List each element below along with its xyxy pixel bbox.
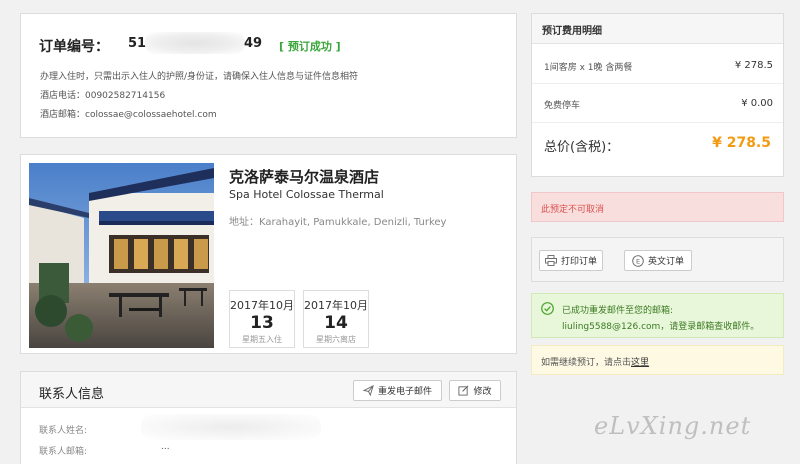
price-item-room: 1间客房 x 1晚 含两餐 ¥ 278.5 xyxy=(544,60,773,73)
contact-name-label: 联系人姓名: xyxy=(39,426,88,436)
send-icon xyxy=(362,385,374,396)
language-icon: E xyxy=(632,254,644,267)
checkout-date: 2017年10月 14 星期六离店 xyxy=(303,290,369,348)
checkin-date: 2017年10月 13 星期五入住 xyxy=(229,290,295,348)
divider xyxy=(532,122,783,123)
price-title: 预订费用明细 xyxy=(542,26,602,37)
total-label: 总价(含税)： xyxy=(544,140,620,155)
email-sent-notice: 已成功重发邮件至您的邮箱: liuling5588@126.com，请登录邮箱查… xyxy=(531,293,784,338)
rebook-text: 如需继续预订，请点击 xyxy=(541,358,632,368)
total-value: ¥ 278.5 xyxy=(712,135,771,151)
order-number-label: 订单编号： xyxy=(39,39,109,55)
contact-email-value: ... xyxy=(161,442,170,452)
price-header: 预订费用明细 xyxy=(532,14,783,44)
price-item-value: ¥ 278.5 xyxy=(734,60,773,71)
price-breakdown-card: 预订费用明细 1间客房 x 1晚 含两餐 ¥ 278.5 免费停车 ¥ 0.00… xyxy=(531,13,784,177)
contact-title: 联系人信息 xyxy=(39,387,105,402)
order-info-card: 订单编号： 51 49 [ 预订成功 ] 办理入住时，只需出示入住人的护照/身份… xyxy=(20,13,517,138)
checkout-day: 14 xyxy=(324,313,348,333)
checkin-day: 13 xyxy=(250,313,274,333)
non-cancellable-notice: 此预定不可取消 xyxy=(531,192,784,222)
contact-email-label: 联系人邮箱: xyxy=(39,447,88,457)
english-order-button[interactable]: E 英文订单 xyxy=(624,250,692,271)
edit-contact-button[interactable]: 修改 xyxy=(449,380,501,401)
hotel-email: 酒店邮箱：colossae@colossaehotel.com xyxy=(40,110,217,120)
site-watermark: eLvXing.net xyxy=(594,412,752,440)
price-item-label: 免费停车 xyxy=(544,101,581,111)
order-number-redaction xyxy=(145,32,245,54)
checkin-label: 星期五入住 xyxy=(242,335,282,344)
hotel-photo[interactable] xyxy=(29,163,214,348)
order-number-suffix: 49 xyxy=(244,36,263,51)
order-status-badge: [ 预订成功 ] xyxy=(279,40,341,53)
print-order-button[interactable]: 打印订单 xyxy=(539,250,603,271)
print-order-label: 打印订单 xyxy=(560,257,597,267)
rebook-link[interactable]: 这里 xyxy=(631,358,649,368)
checkout-label: 星期六离店 xyxy=(316,335,356,344)
hotel-info-card: 克洛萨泰马尔温泉酒店 Spa Hotel Colossae Thermal 地址… xyxy=(20,154,517,354)
email-notice-line1: 已成功重发邮件至您的邮箱: xyxy=(562,306,674,316)
resend-email-button[interactable]: 重发电子邮件 xyxy=(353,380,442,401)
divider xyxy=(532,83,783,84)
contact-info-card: 联系人信息 重发电子邮件 修改 联系人姓名: 联系人邮箱: ... xyxy=(20,371,517,464)
checkin-note: 办理入住时，只需出示入住人的护照/身份证，请确保入住人信息与证件信息相符 xyxy=(40,72,359,82)
order-number-prefix: 51 xyxy=(128,36,147,51)
printer-icon xyxy=(545,255,557,266)
price-item-label: 1间客房 x 1晚 含两餐 xyxy=(544,63,633,73)
cancel-notice-text: 此预定不可取消 xyxy=(541,205,605,215)
email-notice-line2: liuling5588@126.com，请登录邮箱查收邮件。 xyxy=(562,322,760,332)
hotel-address: 地址：Karahayit, Pamukkale, Denizli, Turkey xyxy=(229,217,447,228)
rebook-text-wrap: 如需继续预订，请点击这里 xyxy=(541,355,649,368)
contact-header: 联系人信息 重发电子邮件 修改 xyxy=(21,372,516,408)
hotel-photo-image xyxy=(29,163,214,348)
hotel-name-chinese[interactable]: 克洛萨泰马尔温泉酒店 xyxy=(229,166,379,187)
check-circle-icon xyxy=(541,302,554,315)
contact-redaction xyxy=(141,414,321,440)
rebook-notice: 如需继续预订，请点击这里 xyxy=(531,345,784,375)
english-order-label: 英文订单 xyxy=(647,257,684,267)
order-actions-bar: 打印订单 E 英文订单 xyxy=(531,237,784,282)
checkout-month: 2017年10月 xyxy=(304,299,368,312)
price-item-value: ¥ 0.00 xyxy=(741,98,773,109)
price-item-parking: 免费停车 ¥ 0.00 xyxy=(544,98,773,111)
hotel-name-english: Spa Hotel Colossae Thermal xyxy=(229,188,384,201)
edit-label: 修改 xyxy=(473,387,492,397)
checkin-month: 2017年10月 xyxy=(230,299,294,312)
resend-email-label: 重发电子邮件 xyxy=(377,387,432,397)
svg-text:E: E xyxy=(636,257,640,265)
hotel-phone: 酒店电话：00902582714156 xyxy=(40,91,166,101)
edit-icon xyxy=(458,385,469,396)
